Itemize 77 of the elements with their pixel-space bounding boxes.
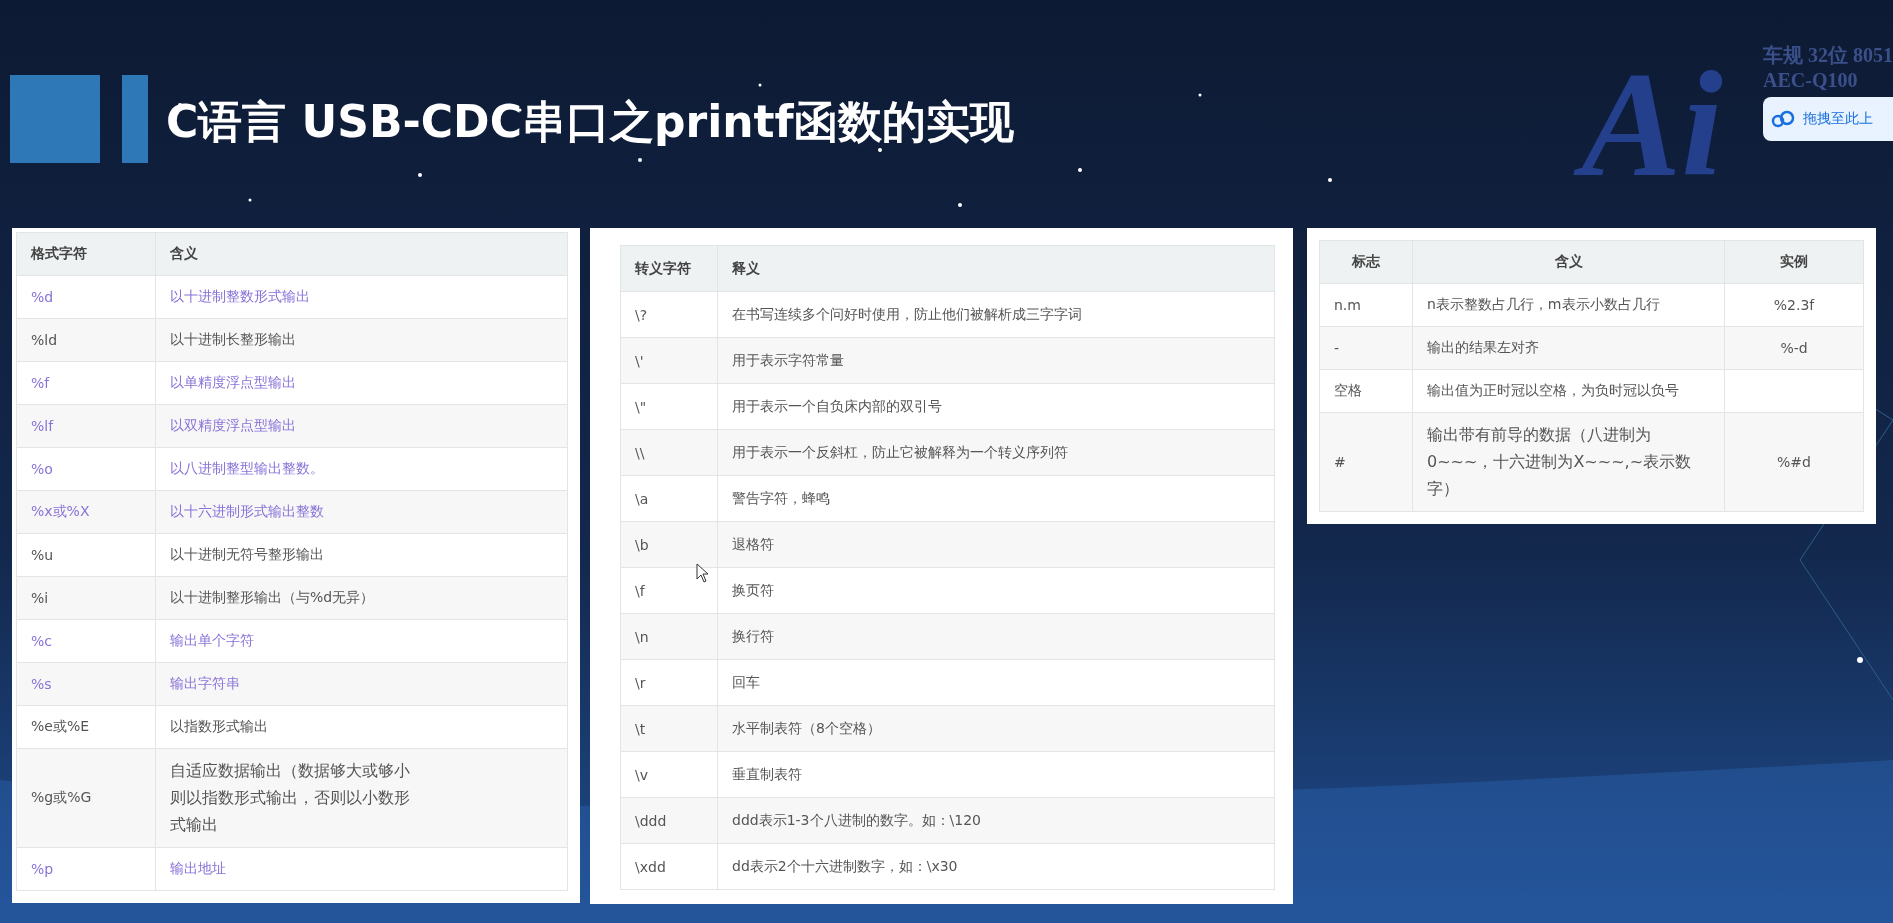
table-cell: %o [16,447,156,491]
table-cell: 以单精度浮点型输出 [155,361,568,405]
column-header: 含义 [155,232,568,276]
table-cell: \' [620,337,718,384]
table-cell: \b [620,521,718,568]
table-cell: \xdd [620,843,718,890]
table-cell: %ld [16,318,156,362]
table-cell: # [1319,412,1413,512]
table-cell: 换行符 [717,613,1275,660]
table-cell-text: 输出带有前导的数据（八进制为0~~~，十六进制为X~~~,~表示数字） [1427,424,1693,501]
table-cell: %x或%X [16,490,156,534]
table-cell: 警告字符，蜂鸣 [717,475,1275,522]
table-cell: 用于表示一个自负床内部的双引号 [717,383,1275,430]
table-cell: 水平制表符（8个空格） [717,705,1275,752]
column-header: 转义字符 [620,245,718,292]
table-cell: n表示整数占几行，m表示小数占几行 [1412,283,1725,327]
logo-text: 车规 32位 8051 [1763,43,1893,68]
table-cell: %lf [16,404,156,448]
table-cell: 以双精度浮点型输出 [155,404,568,448]
table-cell: 以十六进制形式输出整数 [155,490,568,534]
table-cell-text: 自适应数据输出（数据够大或够小则以指数形式输出，否则以小数形式输出 [170,760,411,837]
table-cell: 以指数形式输出 [155,705,568,749]
table-cell: %2.3f [1724,283,1864,327]
title-bar-icon [122,75,148,163]
table-cell: 以十进制长整形输出 [155,318,568,362]
table-cell: \? [620,291,718,338]
table-cell: 以十进制整形输出（与%d无异） [155,576,568,620]
table-cell: 以十进制整数形式输出 [155,275,568,319]
table-cell: \r [620,659,718,706]
table-cell: - [1319,326,1413,370]
table-cell: \n [620,613,718,660]
table-cell: n.m [1319,283,1413,327]
table-cell: 输出的结果左对齐 [1412,326,1725,370]
logo-mark: Ai [1561,38,1753,211]
table-cell: \\ [620,429,718,476]
table-cell: %-d [1724,326,1864,370]
table-cell: %e或%E [16,705,156,749]
table-cell: 以八进制整型输出整数。 [155,447,568,491]
table-cell: 输出单个字符 [155,619,568,663]
table-cell: \v [620,751,718,798]
column-header: 释义 [717,245,1275,292]
table-cell: dd表示2个十六进制数字，如：\x30 [717,843,1275,890]
column-header: 实例 [1724,240,1864,284]
title-square-icon [10,75,100,163]
table-cell: \ddd [620,797,718,844]
table-cell: \" [620,383,718,430]
column-header: 格式字符 [16,232,156,276]
column-header: 标志 [1319,240,1413,284]
column-header: 含义 [1412,240,1725,284]
table-cell: %d [16,275,156,319]
slide-title: C语言 USB-CDC串口之printf函数的实现 [166,95,1014,149]
table-cell: 在书写连续多个问好时使用，防止他们被解析成三字字词 [717,291,1275,338]
table-cell: %c [16,619,156,663]
table-cell: 退格符 [717,521,1275,568]
logo-text: AEC-Q100 [1763,69,1859,92]
upload-button[interactable]: 拖拽至此上 [1763,97,1893,141]
table-cell: %p [16,847,156,891]
table-cell: 空格 [1319,369,1413,413]
table-cell: \t [620,705,718,752]
table-cell: 换页符 [717,567,1275,614]
table-cell: %f [16,361,156,405]
table-cell: 回车 [717,659,1275,706]
table-cell: 输出值为正时冠以空格，为负时冠以负号 [1412,369,1725,413]
cloud-icon [1771,110,1795,128]
table-cell: 以十进制无符号整形输出 [155,533,568,577]
table-cell: %s [16,662,156,706]
table-cell: ddd表示1-3个八进制的数字。如：\120 [717,797,1275,844]
table-cell: \a [620,475,718,522]
table-cell: 垂直制表符 [717,751,1275,798]
table-cell: 用于表示一个反斜杠，防止它被解释为一个转义序列符 [717,429,1275,476]
table-cell: %u [16,533,156,577]
table-cell: %i [16,576,156,620]
table-cell: %g或%G [16,748,156,848]
table-cell: 输出地址 [155,847,568,891]
table-cell: 用于表示字符常量 [717,337,1275,384]
table-cell: 输出字符串 [155,662,568,706]
table-cell: %#d [1724,412,1864,512]
